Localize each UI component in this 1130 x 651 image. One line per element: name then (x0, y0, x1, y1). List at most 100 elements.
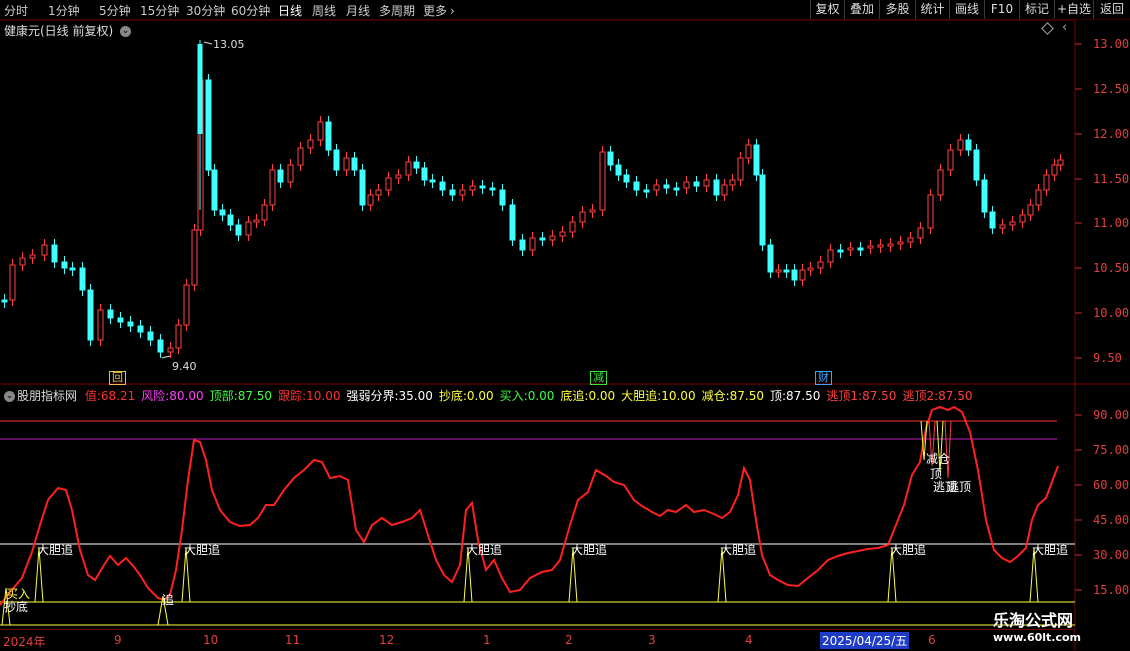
candle-body (183, 284, 190, 326)
signal-dadanzhui-label: 大胆追 (890, 543, 927, 557)
indicator-value-item: 大胆追:10.00 (621, 389, 695, 403)
signal-dadanzhui-label: 大胆追 (1032, 543, 1069, 557)
candle-body (51, 244, 58, 263)
candle-body (19, 257, 26, 266)
indicator-value-label: 逃顶1: (826, 389, 863, 403)
price-tick: 10.00 (1093, 306, 1130, 320)
indicator-value-item: 底追:0.00 (560, 389, 615, 403)
indicator-value-number: 80.00 (169, 389, 204, 403)
candle-body (459, 189, 466, 196)
candle-body (887, 243, 894, 247)
candle-body (663, 184, 670, 189)
high-pointer (203, 41, 213, 45)
candle-body (1, 299, 8, 303)
watermark-title: 乐淘公式网 (993, 611, 1074, 630)
candle-body (277, 169, 284, 183)
indicator-name[interactable]: 股朋指标网 (17, 389, 77, 403)
indicator-value-item: 逃顶1:87.50 (826, 389, 896, 403)
candle-body (343, 157, 350, 171)
candle-body (509, 204, 516, 241)
candle-body (127, 321, 134, 327)
date-label: 9 (114, 633, 122, 647)
candle-body (981, 179, 988, 213)
candle-body (799, 269, 806, 281)
candle-body (917, 227, 924, 239)
candle-body (999, 224, 1006, 229)
indicator-title-row: ⌄ 股朋指标网 值:68.21 风险:80.00 顶部:87.50 跟踪:10.00 强弱… (4, 387, 984, 404)
candle-body (325, 121, 332, 151)
candle-body (857, 247, 864, 251)
candle-body (367, 194, 374, 206)
date-label: 2024年 (3, 635, 46, 649)
collapse-circle-icon[interactable]: ⌄ (4, 391, 15, 402)
candle-body (351, 157, 358, 171)
candle-body (9, 264, 16, 301)
candle-body (469, 185, 476, 191)
indicator-value-number: 68.21 (100, 389, 136, 403)
event-marker-return[interactable]: 回 (109, 371, 126, 385)
candle-body (867, 245, 874, 249)
indicator-value-line (0, 405, 1059, 606)
candle-body (683, 181, 690, 189)
indicator-tick: 15.00 (1093, 583, 1130, 597)
candle-body (643, 189, 650, 193)
candle-body (245, 221, 252, 236)
indicator-value-number: 10.00 (661, 389, 696, 403)
date-label: 10 (203, 633, 219, 647)
event-marker-reduce[interactable]: 减 (590, 371, 607, 385)
cursor-date-highlight: 2025/04/25/五 (820, 632, 910, 649)
candle-body (1057, 159, 1064, 166)
candle-body (61, 261, 68, 269)
candle-body (157, 339, 164, 353)
indicator-value-item: 强弱分界:35.00 (346, 389, 432, 403)
indicator-value-label: 减仓: (701, 389, 730, 403)
candle-body (333, 149, 340, 171)
indicator-tick: 30.00 (1093, 548, 1130, 562)
event-marker-finance[interactable]: 财 (815, 371, 832, 385)
indicator-value-item: 风险:80.00 (141, 389, 203, 403)
indicator-value-item: 顶部:87.50 (210, 389, 272, 403)
candle-body (219, 209, 226, 216)
candle-body (227, 214, 234, 226)
candle-body (1027, 204, 1034, 216)
candle-body (817, 261, 824, 269)
watermark-url: www.60lt.com (993, 631, 1082, 644)
signal-dadanzhui-label: 大胆追 (184, 543, 221, 557)
candle-body (989, 211, 996, 229)
candle-body (519, 239, 526, 251)
indicator-value-item: 顶:87.50 (770, 389, 820, 403)
indicator-value-number: 87.50 (237, 389, 273, 403)
candle-body (261, 204, 268, 221)
candle-body (753, 144, 760, 176)
low-price-label: 9.40 (172, 360, 197, 373)
low-pointer (161, 355, 171, 359)
candle-body (499, 189, 506, 206)
indicator-value-label: 跟踪: (278, 389, 307, 403)
indicator-value-label: 抄底: (438, 389, 467, 403)
candle-body (69, 267, 76, 271)
indicator-value-label: 风险: (141, 389, 170, 403)
candle-body (693, 181, 700, 187)
price-tick: 12.00 (1093, 127, 1130, 141)
indicator-value-number: 0.00 (466, 389, 494, 403)
signal-dadanzhui-label: 大胆追 (571, 543, 608, 557)
candle-body (615, 164, 622, 176)
indicator-value-item: 减仓:87.50 (702, 389, 764, 403)
candle-body (97, 309, 104, 341)
candle-body (599, 151, 606, 211)
candle-body (737, 157, 744, 181)
candle-body (429, 179, 436, 183)
price-tick: 11.50 (1093, 172, 1130, 186)
candle-body (235, 224, 242, 236)
date-label: 12 (379, 633, 395, 647)
candle-body (79, 267, 86, 291)
indicator-value-number: 87.50 (786, 389, 821, 403)
candle-body (107, 309, 114, 319)
candle-body (1035, 189, 1042, 206)
indicator-value-label: 底追: (560, 389, 589, 403)
candle-body (807, 267, 814, 271)
indicator-value-number: 0.00 (527, 389, 555, 403)
candle-body (1051, 164, 1058, 176)
candle-body (29, 254, 36, 259)
candle-body (1019, 214, 1026, 223)
